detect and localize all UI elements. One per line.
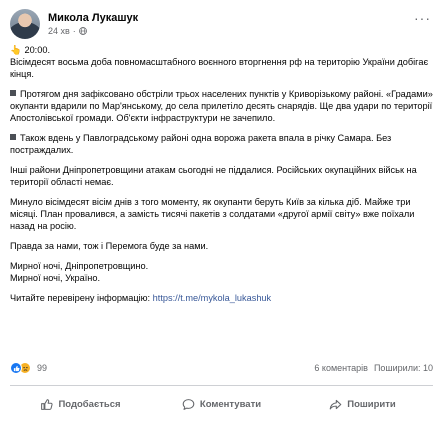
post-text: Мирної ночі, Дніпропетровщино. xyxy=(10,261,149,271)
post-text: Протягом дня зафіксовано обстріли трьох … xyxy=(10,89,433,123)
post-text: Читайте перевірену інформацію: xyxy=(10,293,151,303)
author-name[interactable]: Микола Лукашук xyxy=(48,11,138,25)
reactions[interactable]: 99 xyxy=(10,362,47,374)
post-time-row: 24 хв · xyxy=(48,25,138,37)
comment-button[interactable]: Коментувати xyxy=(151,392,292,416)
post-paragraph: Також вдень у Павлоградському районі одн… xyxy=(10,132,435,156)
post-stats: 99 6 коментарів Поширили: 10 xyxy=(10,361,433,375)
like-button[interactable]: Подобається xyxy=(10,392,151,416)
post-paragraph: 👆 20:00. Вісімдесят восьма доба повномасш… xyxy=(10,44,435,80)
globe-icon xyxy=(78,27,87,35)
post-content: 👆 20:00. Вісімдесят восьма доба повномасш… xyxy=(10,44,435,304)
time-label: 20:00. xyxy=(24,45,50,55)
bullet-icon xyxy=(10,90,16,96)
post-header: Микола Лукашук 24 хв · xyxy=(10,9,138,39)
post-actions: Подобається Коментувати Поширити xyxy=(10,392,433,416)
post-paragraph: Читайте перевірену інформацію: https://t… xyxy=(10,292,435,304)
post-paragraph: Мирної ночі, Дніпропетровщино. Мирної но… xyxy=(10,260,435,284)
post-meta: Микола Лукашук 24 хв · xyxy=(48,11,138,37)
post-text: Також вдень у Павлоградському районі одн… xyxy=(10,133,392,155)
facebook-post: Микола Лукашук 24 хв · ··· 👆 20:00. Вісім… xyxy=(0,0,443,423)
share-icon xyxy=(329,399,342,409)
post-paragraph: Протягом дня зафіксовано обстріли трьох … xyxy=(10,88,435,124)
comment-icon xyxy=(182,398,195,410)
post-text: Минуло вісімдесят вісім днів з того моме… xyxy=(10,197,415,231)
bullet-icon xyxy=(10,134,16,140)
post-paragraph: Правда за нами, тож і Перемога буде за н… xyxy=(10,240,435,252)
stats-right: 6 коментарів Поширили: 10 xyxy=(314,363,433,373)
post-text: Вісімдесят восьма доба повномасштабного … xyxy=(10,57,429,79)
thumbs-up-icon xyxy=(41,398,54,410)
actions-divider xyxy=(10,385,433,386)
post-time[interactable]: 24 хв xyxy=(48,25,70,37)
telegram-link[interactable]: https://t.me/mykola_lukashuk xyxy=(153,293,271,303)
like-button-label: Подобається xyxy=(58,398,121,410)
post-text: Правда за нами, тож і Перемога буде за н… xyxy=(10,241,209,251)
post-text: Інші райони Дніпропетровщини атакам сьог… xyxy=(10,165,417,187)
author-avatar[interactable] xyxy=(10,9,40,39)
post-text: Мирної ночі, Україно. xyxy=(10,273,101,283)
comments-count[interactable]: 6 коментарів xyxy=(314,363,368,373)
share-button-label: Поширити xyxy=(347,398,396,410)
pointing-up-icon: 👆 xyxy=(10,45,22,55)
post-paragraph: Минуло вісімдесят вісім днів з того моме… xyxy=(10,196,435,232)
share-button[interactable]: Поширити xyxy=(292,392,433,416)
reactions-count[interactable]: 99 xyxy=(37,363,47,373)
post-paragraph: Інші райони Дніпропетровщини атакам сьог… xyxy=(10,164,435,188)
shares-count[interactable]: Поширили: 10 xyxy=(374,363,433,373)
more-options-icon[interactable]: ··· xyxy=(414,11,431,25)
like-reaction-icon xyxy=(10,362,22,374)
time-separator: · xyxy=(72,26,76,36)
comment-button-label: Коментувати xyxy=(199,398,262,410)
